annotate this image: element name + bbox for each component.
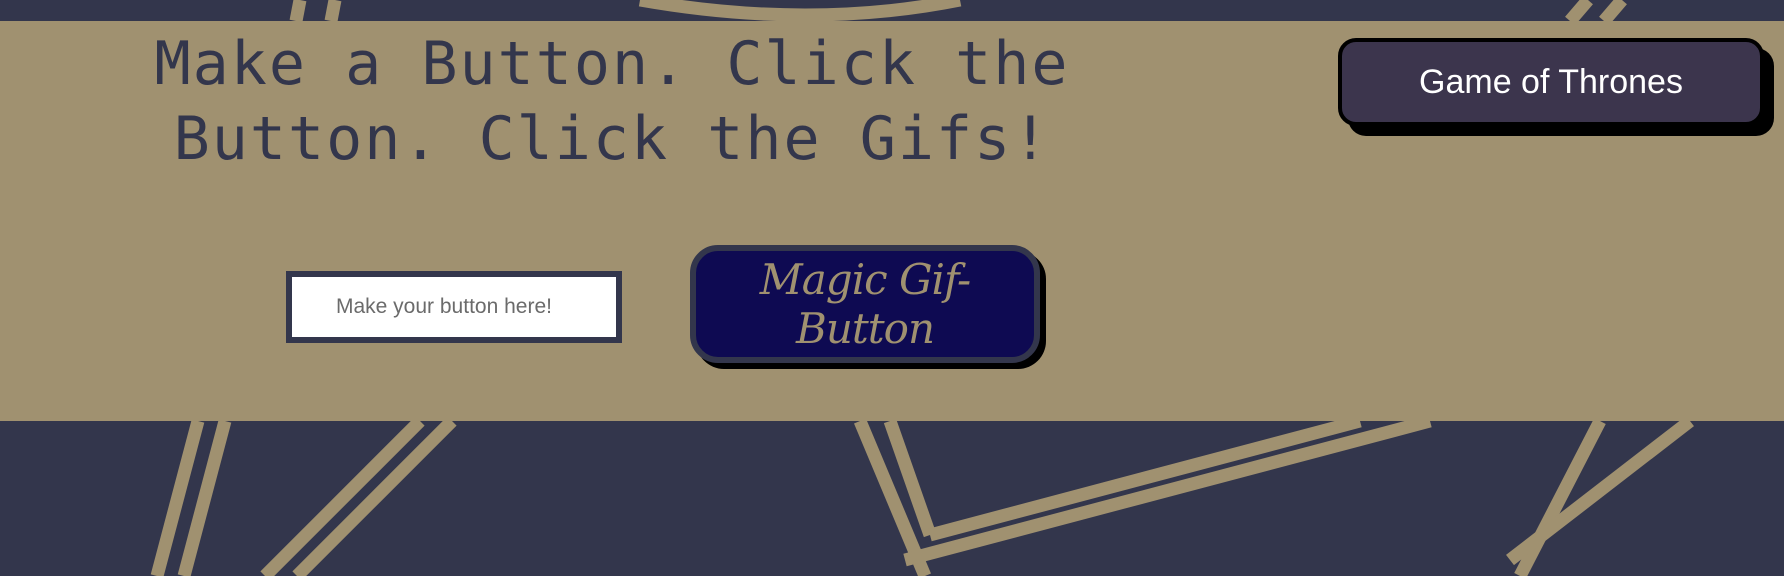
main-panel: Make a Button. Click the Button. Click t… xyxy=(0,21,1784,421)
page-title: Make a Button. Click the Button. Click t… xyxy=(154,29,1070,174)
topic-button-game-of-thrones[interactable]: Game of Thrones xyxy=(1338,38,1764,126)
magic-gif-button[interactable]: Magic Gif-Button xyxy=(690,245,1040,363)
new-button-input[interactable] xyxy=(286,271,622,343)
